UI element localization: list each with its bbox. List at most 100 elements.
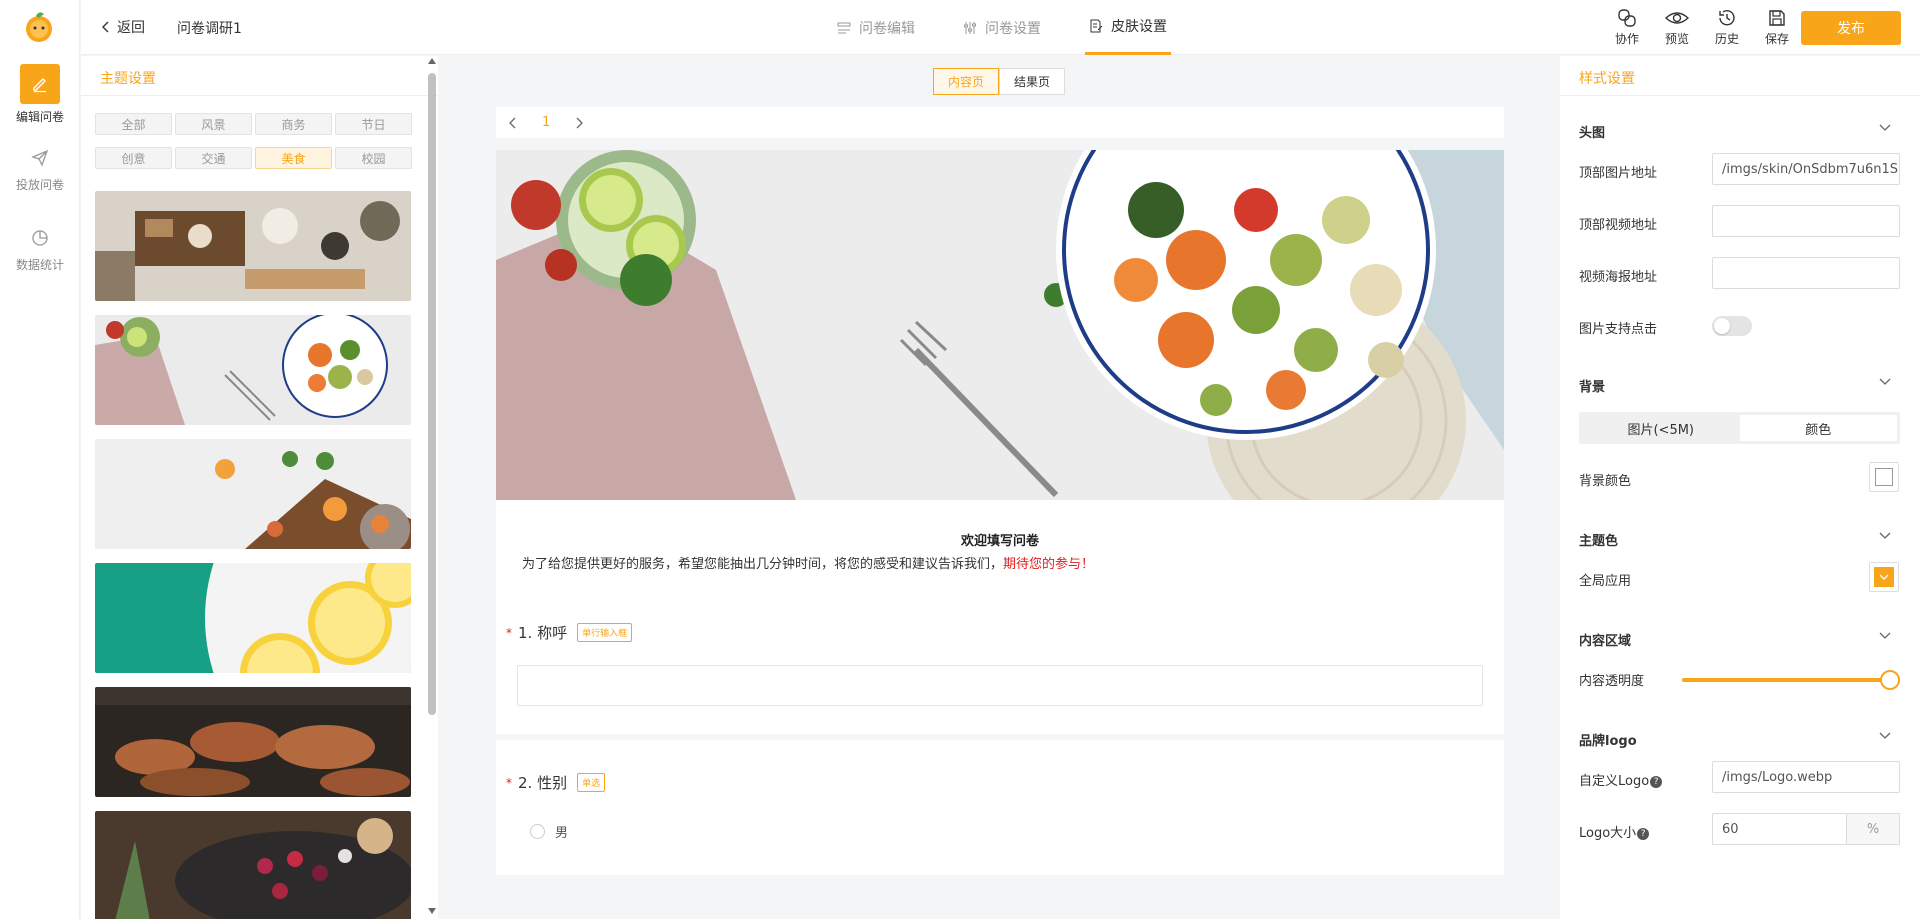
page-pager: 1 — [496, 107, 1504, 138]
list-icon — [837, 22, 851, 33]
theme-color-picker[interactable] — [1869, 562, 1899, 592]
content-opacity-label: 内容透明度 — [1579, 674, 1645, 689]
theme-panel: 主题设置 全部 风景 商务 节日 创意 交通 美食 校园 — [81, 56, 438, 919]
help-icon[interactable]: ? — [1650, 775, 1663, 788]
chevron-right-icon[interactable] — [574, 117, 584, 129]
required-mark: * — [506, 775, 512, 790]
question-title: 1. 称呼 — [518, 624, 568, 642]
scrollbar-thumb[interactable] — [428, 73, 436, 715]
tool-label: 协作 — [1614, 32, 1639, 46]
logo-size-input[interactable]: 60 — [1712, 813, 1847, 845]
tab-survey-settings[interactable]: 问卷设置 — [959, 0, 1045, 55]
category-traffic[interactable]: 交通 — [175, 147, 252, 169]
chevron-left-icon[interactable] — [508, 117, 518, 129]
welcome-title: 欢迎填写问卷 — [960, 534, 1039, 549]
image-click-toggle[interactable] — [1712, 316, 1752, 336]
current-page-number[interactable]: 1 — [542, 115, 550, 130]
section-background[interactable]: 背景 — [1579, 376, 1899, 395]
left-nav: 编辑问卷 投放问卷 数据统计 — [0, 0, 80, 919]
background-image-option[interactable]: 图片(<5M) — [1582, 415, 1740, 441]
theme-category-grid: 全部 风景 商务 节日 创意 交通 美食 校园 — [95, 113, 412, 169]
nav-item-label: 编辑问卷 — [15, 110, 64, 124]
section-title: 头图 — [1579, 126, 1606, 141]
app-logo — [26, 12, 52, 42]
question-1[interactable]: * 1. 称呼 单行输入框 — [506, 622, 633, 643]
category-all[interactable]: 全部 — [95, 113, 172, 135]
theme-thumbnail[interactable] — [95, 687, 411, 797]
section-brand-logo[interactable]: 品牌logo — [1579, 730, 1899, 749]
sliders-icon — [964, 21, 976, 34]
nav-item-send[interactable]: 投放问卷 — [0, 144, 80, 193]
opacity-slider-handle[interactable] — [1880, 670, 1900, 690]
preview-button[interactable]: 预览 — [1657, 8, 1697, 47]
nav-item-label: 数据统计 — [15, 258, 64, 272]
question-title: 2. 性别 — [518, 774, 568, 792]
theme-panel-scrollbar[interactable] — [425, 56, 438, 919]
section-header-image[interactable]: 头图 — [1579, 122, 1899, 141]
name-answer-input[interactable] — [517, 665, 1483, 706]
chevron-down-icon — [1879, 574, 1889, 580]
clock-icon — [1719, 10, 1735, 26]
chart-pie-icon — [20, 224, 60, 252]
category-food[interactable]: 美食 — [255, 147, 332, 169]
tab-skin-settings[interactable]: 皮肤设置 — [1085, 0, 1171, 55]
style-panel-title: 样式设置 — [1560, 56, 1920, 96]
radio-button[interactable] — [530, 824, 545, 839]
tool-label: 历史 — [1714, 32, 1739, 46]
edit-icon — [20, 64, 60, 104]
background-color-option[interactable]: 颜色 — [1739, 415, 1897, 441]
section-title: 主题色 — [1579, 534, 1619, 549]
question-type-tag: 单行输入框 — [577, 623, 633, 642]
theme-thumbnail[interactable] — [95, 811, 411, 919]
logo-size-unit: % — [1847, 813, 1900, 845]
description-highlight: 期待您的参与！ — [1003, 557, 1095, 572]
question-2[interactable]: * 2. 性别 单选 — [506, 772, 606, 793]
result-page-button[interactable]: 结果页 — [999, 68, 1065, 95]
save-button[interactable]: 保存 — [1757, 8, 1797, 47]
label-text: 自定义Logo — [1579, 774, 1650, 789]
chevron-down-icon — [1879, 732, 1891, 739]
section-title: 背景 — [1579, 380, 1606, 395]
color-swatch — [1874, 567, 1894, 587]
help-icon[interactable]: ? — [1637, 827, 1650, 840]
category-business[interactable]: 商务 — [255, 113, 332, 135]
main-tabs: 问卷编辑 问卷设置 皮肤设置 — [833, 0, 1171, 55]
content-page-button[interactable]: 内容页 — [933, 68, 999, 95]
history-button[interactable]: 历史 — [1707, 8, 1747, 47]
video-poster-url-input[interactable] — [1712, 257, 1900, 289]
option-male[interactable]: 男 — [530, 822, 568, 841]
nav-item-edit[interactable]: 编辑问卷 — [0, 64, 80, 125]
theme-thumbnail[interactable] — [95, 563, 411, 673]
publish-button[interactable]: 发布 — [1801, 11, 1901, 45]
image-click-label: 图片支持点击 — [1579, 322, 1658, 337]
document-edit-icon — [1090, 19, 1103, 33]
section-theme-color[interactable]: 主题色 — [1579, 530, 1899, 549]
tab-survey-edit[interactable]: 问卷编辑 — [833, 0, 919, 55]
header-image — [496, 150, 1504, 500]
top-image-url-input[interactable]: /imgs/skin/OnSdbm7u6n1S — [1712, 153, 1900, 185]
send-icon — [20, 144, 60, 172]
required-mark: * — [506, 625, 512, 640]
theme-thumbnail[interactable] — [95, 191, 411, 301]
label-text: Logo大小 — [1579, 826, 1637, 841]
category-campus[interactable]: 校园 — [335, 147, 412, 169]
custom-logo-input[interactable]: /imgs/Logo.webp — [1712, 761, 1900, 793]
section-content-area[interactable]: 内容区域 — [1579, 630, 1899, 649]
collab-button[interactable]: 协作 — [1607, 8, 1647, 47]
survey-preview: 欢迎填写问卷 为了给您提供更好的服务，希望您能抽出几分钟时间，将您的感受和建议告… — [496, 150, 1504, 875]
tool-label: 预览 — [1664, 32, 1689, 46]
save-icon — [1769, 10, 1785, 26]
category-scenery[interactable]: 风景 — [175, 113, 252, 135]
background-color-picker[interactable] — [1869, 462, 1899, 492]
category-festival[interactable]: 节日 — [335, 113, 412, 135]
top-video-url-input[interactable] — [1712, 205, 1900, 237]
theme-thumbnail[interactable] — [95, 439, 411, 549]
category-creative[interactable]: 创意 — [95, 147, 172, 169]
description-text: 为了给您提供更好的服务，希望您能抽出几分钟时间，将您的感受和建议告诉我们， — [522, 557, 1004, 572]
nav-item-stats[interactable]: 数据统计 — [0, 224, 80, 273]
theme-thumbnail[interactable] — [95, 315, 411, 425]
chevron-down-icon — [1879, 378, 1891, 385]
opacity-slider-track[interactable] — [1682, 678, 1892, 682]
back-button[interactable]: 返回 — [101, 17, 145, 37]
option-label: 男 — [555, 826, 569, 841]
